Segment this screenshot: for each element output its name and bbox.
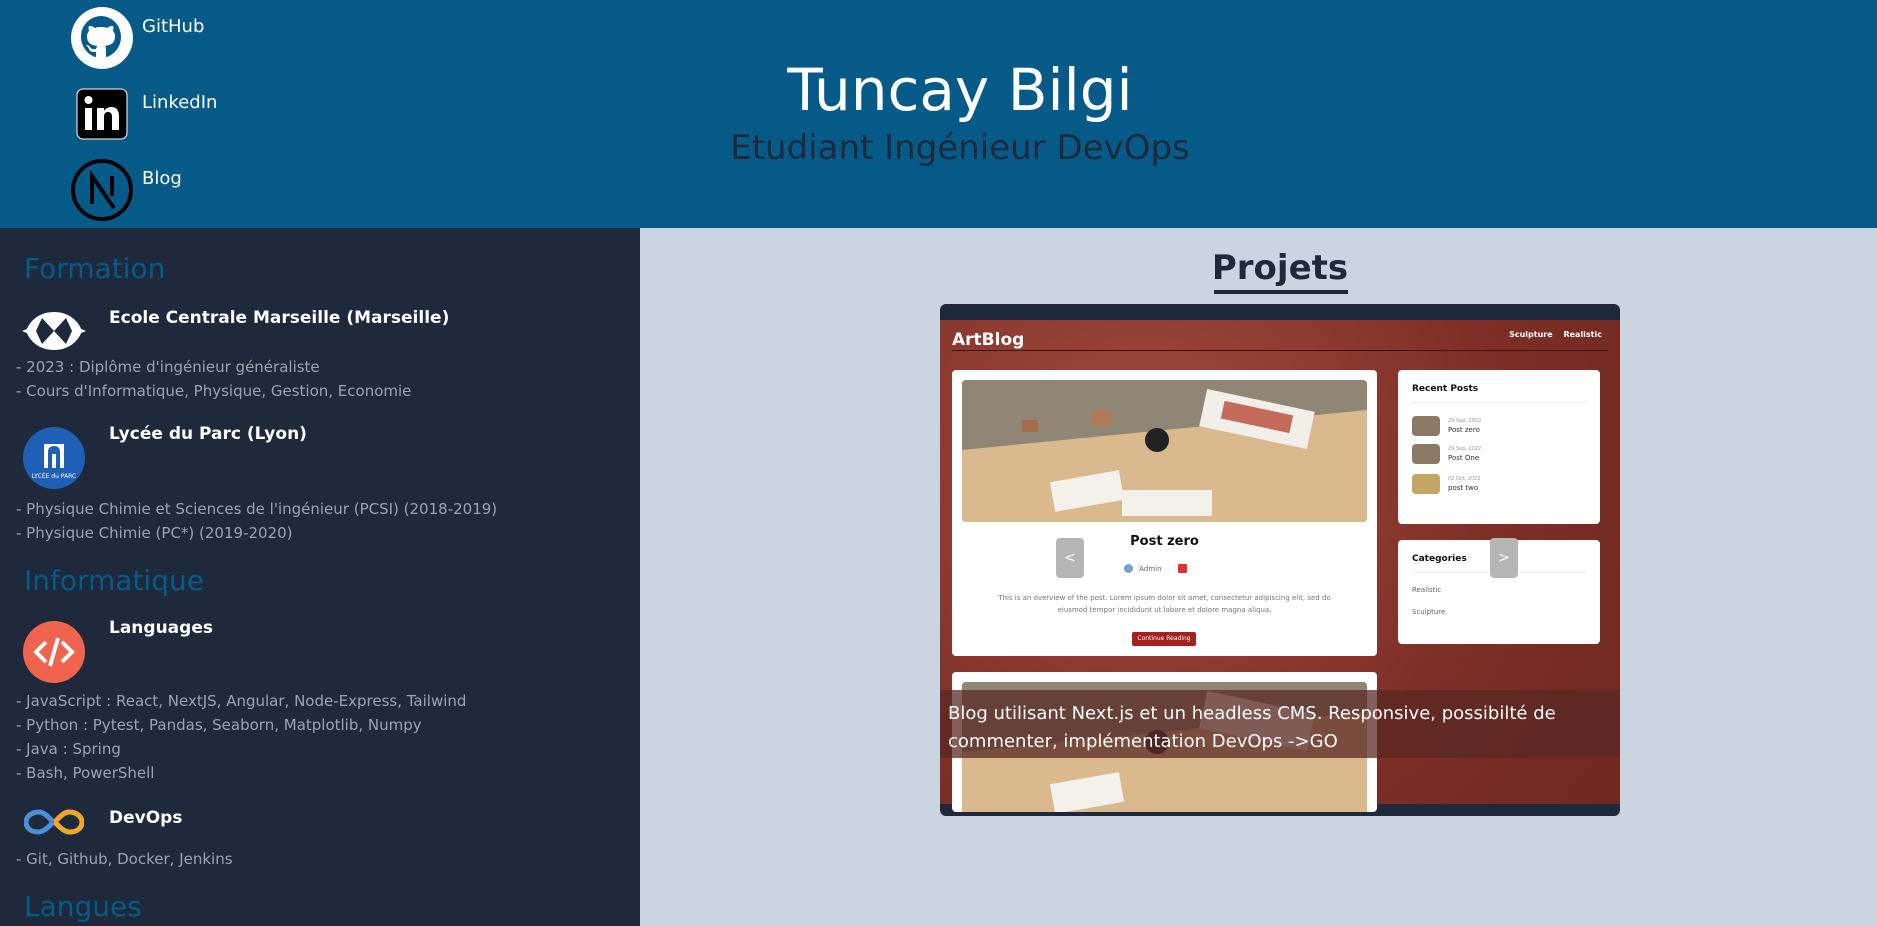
post-title: Post zero [1130, 534, 1199, 549]
artblog-logo: ArtBlog [952, 330, 1025, 350]
artblog-nav-item: Sculpture [1509, 330, 1553, 339]
recent-post-thumbnail [1412, 416, 1440, 436]
post-meta: Admin [1124, 564, 1187, 573]
school-title-lycee: Lycée du Parc (Lyon) [109, 424, 307, 444]
skill-line: - Bash, PowerShell [16, 764, 155, 782]
header: GitHub LinkedIn Blog Tuncay Bilgi Etudia… [0, 0, 1877, 228]
skill-group-title-languages: Languages [109, 618, 213, 638]
project-carousel[interactable]: ArtBlog Sculpture Realistic Post zero Ad… [940, 304, 1620, 816]
calendar-icon [1177, 564, 1187, 573]
recent-posts-widget: Recent Posts 29 Sep, 2022 Post zero 29 Se… [1398, 370, 1600, 524]
recent-post-item: 02 Oct, 2022 post two [1412, 474, 1481, 494]
recent-post-thumbnail [1412, 444, 1440, 464]
social-label-github: GitHub [142, 16, 205, 37]
carousel-prev-button[interactable]: < [1056, 538, 1084, 578]
project-caption: Blog utilisant Next.js et un headless CM… [940, 690, 1620, 758]
author-avatar-icon [1124, 564, 1133, 573]
project-caption-text: Blog utilisant Next.js et un headless CM… [948, 703, 1556, 752]
recent-post-title: post two [1448, 484, 1479, 492]
artblog-post-card: Post zero Admin This is an overview of t… [952, 370, 1377, 656]
social-label-blog: Blog [142, 168, 182, 189]
recent-post-date: 02 Oct, 2022 [1448, 476, 1481, 482]
devops-icon [24, 809, 84, 835]
skill-line: - Python : Pytest, Pandas, Seaborn, Matp… [16, 716, 422, 734]
main-content: Projets ArtBlog Sculpture Realistic Post… [640, 228, 1877, 926]
categories-title: Categories [1412, 554, 1467, 564]
projects-title-underline [1214, 290, 1348, 294]
section-title-informatique: Informatique [24, 564, 204, 597]
recent-post-date: 29 Sep, 2022 [1448, 418, 1482, 424]
continue-reading-button: Continue Reading [1132, 632, 1196, 646]
school-line: - 2023 : Diplôme d'ingénieur généraliste [16, 358, 320, 376]
svg-text:LYCÉE du PARC: LYCÉE du PARC [32, 472, 76, 480]
category-item: Realistic [1412, 586, 1442, 594]
school-title-centrale: Ecole Centrale Marseille (Marseille) [109, 308, 450, 328]
post-author: Admin [1139, 564, 1162, 573]
section-title-formation: Formation [24, 252, 166, 285]
recent-post-date: 29 Sep, 2022 [1448, 446, 1482, 452]
projects-title: Projets [1211, 248, 1349, 288]
skill-line: - JavaScript : React, NextJS, Angular, N… [16, 692, 467, 710]
recent-posts-title: Recent Posts [1412, 384, 1479, 394]
section-title-langues: Langues [24, 890, 142, 923]
page-subtitle: Etudiant Ingénieur DevOps [730, 128, 1190, 168]
page-title: Tuncay Bilgi [787, 56, 1133, 124]
recent-post-title: Post zero [1448, 426, 1480, 434]
category-item: Sculpture [1412, 608, 1446, 616]
carousel-next-button[interactable]: > [1490, 538, 1518, 578]
post-image [962, 380, 1367, 522]
artblog-divider [952, 350, 1608, 351]
artblog-nav-item: Realistic [1563, 330, 1602, 339]
skill-line: - Java : Spring [16, 740, 121, 758]
lycee-logo: LYCÉE du PARC [23, 427, 85, 489]
sidebar: Formation Ecole Centrale Marseille (Mars… [0, 228, 640, 926]
artblog-nav: Sculpture Realistic [1501, 330, 1602, 339]
recent-post-title: Post One [1448, 454, 1480, 462]
school-line: - Physique Chimie (PC*) (2019-2020) [16, 524, 293, 542]
code-icon [23, 621, 85, 683]
recent-post-item: 29 Sep, 2022 Post zero [1412, 416, 1481, 436]
post-excerpt: This is an overview of the post. Lorem i… [998, 594, 1331, 614]
skill-line: - Git, Github, Docker, Jenkins [16, 850, 233, 868]
school-line: - Cours d'Informatique, Physique, Gestio… [16, 382, 412, 400]
recent-post-thumbnail [1412, 474, 1440, 494]
centrale-logo [22, 312, 86, 350]
widget-divider [1412, 402, 1586, 403]
skill-group-title-devops: DevOps [109, 808, 183, 828]
school-line: - Physique Chimie et Sciences de l'ingén… [16, 500, 498, 518]
recent-post-item: 29 Sep, 2022 Post One [1412, 444, 1481, 464]
